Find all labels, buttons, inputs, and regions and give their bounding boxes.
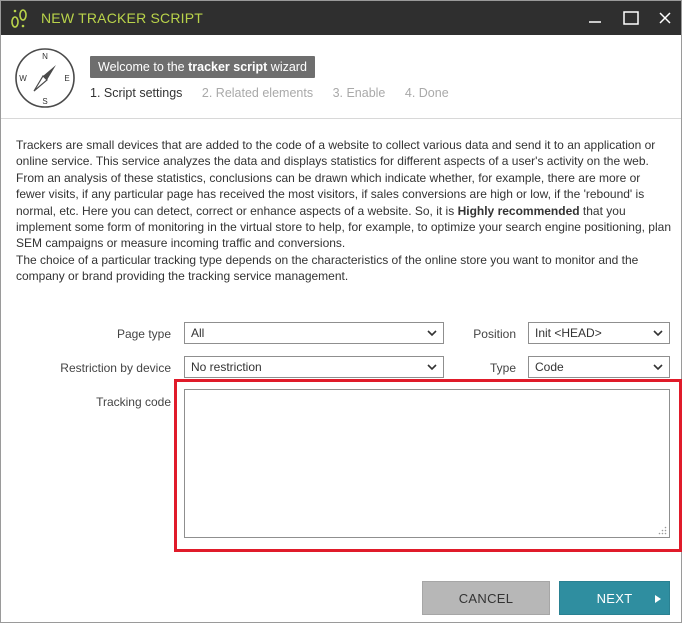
cancel-button[interactable]: CANCEL [422,581,550,615]
description-paragraph-1: Trackers are small devices that are adde… [16,137,671,252]
chevron-down-icon [653,364,663,371]
cancel-button-label: CANCEL [458,591,514,606]
compass-letter-s: S [42,97,47,106]
description-highlight: Highly recommended [457,203,580,218]
tracker-script-dialog: NEW TRACKER SCRIPT N E S W Welcome to th… [0,0,682,623]
tracking-code-textarea[interactable] [184,389,670,538]
chevron-down-icon [427,364,437,371]
position-value: Init <HEAD> [535,326,602,340]
maximize-icon[interactable] [619,6,643,30]
resize-grip-icon[interactable] [658,526,667,535]
position-label: Position [473,327,516,341]
welcome-suffix: wizard [267,60,307,74]
welcome-prefix: Welcome to the [98,60,189,74]
step-enable: 3. Enable [332,86,386,100]
title-bar[interactable]: NEW TRACKER SCRIPT [1,1,681,35]
compass-icon: N E S W [15,48,75,108]
window-title: NEW TRACKER SCRIPT [41,10,204,26]
welcome-bold: tracker script [188,60,268,74]
type-select[interactable]: Code [528,356,670,378]
wizard-header: N E S W Welcome to the tracker script wi… [1,35,681,119]
step-done: 4. Done [404,86,449,100]
step-related-elements: 2. Related elements [201,86,314,100]
step-script-settings: 1. Script settings [90,86,183,100]
page-type-select[interactable]: All [184,322,444,344]
restriction-select[interactable]: No restriction [184,356,444,378]
minimize-icon[interactable] [583,6,607,30]
compass-letter-n: N [42,52,48,61]
page-type-label: Page type [116,327,171,341]
restriction-value: No restriction [191,360,262,374]
tracking-code-label: Tracking code [96,395,171,409]
type-value: Code [535,360,564,374]
restriction-label: Restriction by device [60,361,171,375]
wizard-steps: 1. Script settings 2. Related elements 3… [90,86,465,100]
type-label: Type [489,361,516,375]
close-icon[interactable] [653,6,677,30]
page-type-value: All [191,326,205,340]
welcome-badge: Welcome to the tracker script wizard [90,56,315,78]
compass-letter-w: W [19,74,27,83]
position-select[interactable]: Init <HEAD> [528,322,670,344]
caret-right-icon [655,595,661,603]
footprints-icon [11,9,27,28]
next-button[interactable]: NEXT [559,581,670,615]
chevron-down-icon [653,330,663,337]
chevron-down-icon [427,330,437,337]
description-paragraph-2: The choice of a particular tracking type… [16,252,639,284]
description: Trackers are small devices that are adde… [16,137,671,285]
next-button-label: NEXT [596,591,633,606]
compass-letter-e: E [64,74,69,83]
